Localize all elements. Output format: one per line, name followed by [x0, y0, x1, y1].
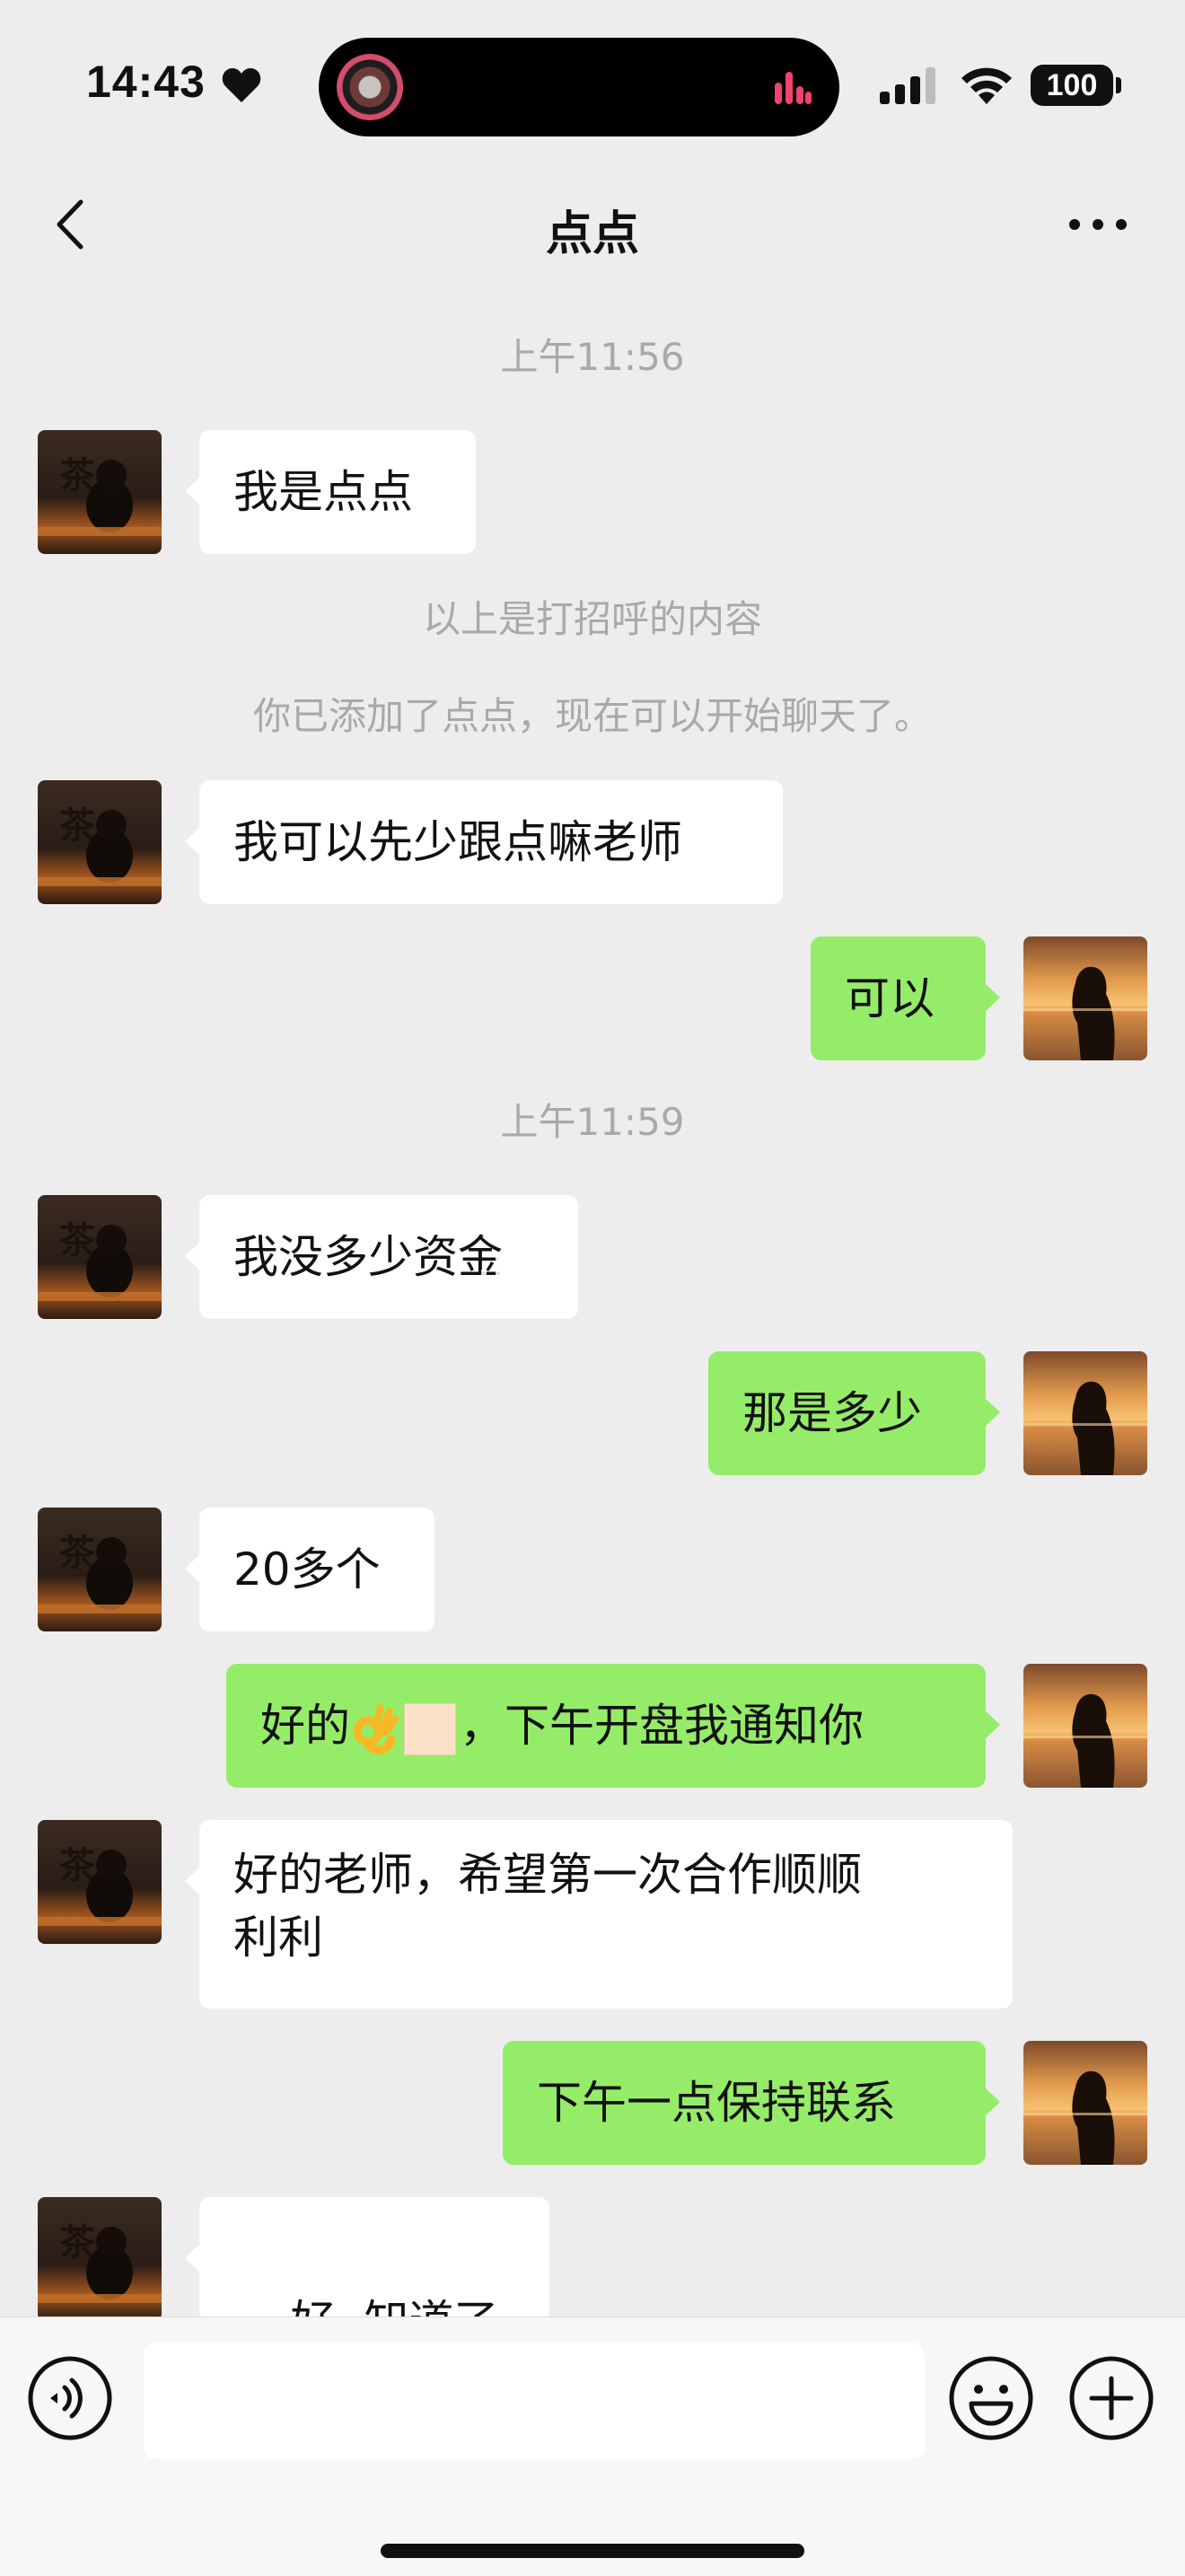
ok-hand-emoji-icon [353, 1703, 399, 1754]
message-text: 好 知道了， [291, 2296, 544, 2317]
battery-icon: 100 [1031, 65, 1113, 106]
message-text: 我可以先少跟点嘛老师 [233, 816, 682, 868]
emoji-face-icon [949, 2356, 1033, 2440]
self-avatar[interactable] [1023, 2041, 1147, 2165]
emoji-button[interactable] [948, 2355, 1034, 2441]
system-notice: 你已添加了点点，现在可以开始聊天了。 [252, 694, 932, 738]
message-text: 下午一点保持联系 [537, 2077, 896, 2129]
wifi-icon [961, 67, 1012, 104]
chat-title: 点点 [545, 207, 639, 261]
message-text: 好的 [260, 1700, 350, 1752]
timestamp-divider: 上午11:59 [500, 1100, 685, 1144]
contact-avatar[interactable]: 茶 [38, 2197, 162, 2317]
contact-avatar[interactable]: 茶 [38, 1195, 162, 1319]
system-notice: 以上是打招呼的内容 [422, 597, 762, 641]
nav-bar: 点点 [0, 171, 1185, 278]
contact-avatar[interactable]: 茶 [38, 430, 162, 554]
home-indicator[interactable] [381, 2544, 804, 2558]
contact-avatar[interactable]: 茶 [38, 1820, 162, 1944]
dynamic-island[interactable] [319, 38, 839, 136]
more-button[interactable] [1065, 207, 1131, 242]
voice-input-button[interactable] [27, 2355, 113, 2441]
message-bubble-sent[interactable]: 可以 [811, 936, 1000, 1060]
plus-circle-icon [1069, 2356, 1154, 2440]
voice-wave-overlay-icon [481, 1255, 571, 1306]
message-text: 那是多少 [742, 1387, 922, 1439]
message-input[interactable] [144, 2343, 925, 2459]
message-text: 我没多少资金 [233, 1231, 503, 1283]
cellular-signal-icon [880, 67, 935, 104]
message-bubble-received[interactable]: 好 知道了， [185, 2197, 549, 2317]
input-bar [0, 2317, 1185, 2576]
battery-nub [1116, 77, 1121, 93]
music-equalizer-icon [775, 72, 812, 104]
unsupported-emoji-placeholder [404, 1702, 456, 1755]
self-avatar[interactable] [1023, 936, 1147, 1060]
heart-icon [222, 68, 261, 102]
chat-message-list[interactable]: 上午11:56 茶 我是点点 以上是打招呼的内容 你已添加了点点，现在可以开始聊… [0, 278, 1185, 2317]
message-text-line: 好的老师，希望第一次合作顺顺 [233, 1849, 862, 1901]
battery-level: 100 [1046, 67, 1098, 102]
message-bubble-sent[interactable]: 好的 ，下午开盘我通知你 [226, 1664, 1000, 1788]
more-dots-icon [1069, 219, 1127, 230]
self-avatar[interactable] [1023, 1664, 1147, 1788]
contact-avatar[interactable]: 茶 [38, 780, 162, 904]
timestamp-divider: 上午11:56 [500, 335, 685, 379]
message-bubble-received[interactable]: 好的老师，希望第一次合作顺顺 利利 [185, 1820, 1013, 2009]
message-text-line: 利利 [233, 1912, 323, 1964]
now-playing-artwork [337, 54, 403, 120]
message-bubble-sent[interactable]: 那是多少 [708, 1351, 1000, 1475]
message-text: 我是点点 [233, 466, 413, 518]
voice-input-icon [28, 2356, 112, 2440]
message-text: ，下午开盘我通知你 [460, 1700, 864, 1752]
message-bubble-received[interactable]: 我是点点 [185, 430, 476, 554]
status-bar: 14:43 100 [0, 0, 1185, 171]
message-bubble-received[interactable]: 20多个 [185, 1508, 434, 1631]
message-bubble-sent[interactable]: 下午一点保持联系 [503, 2041, 1000, 2165]
contact-avatar[interactable]: 茶 [38, 1508, 162, 1631]
message-text: 可以 [845, 972, 935, 1024]
more-actions-button[interactable] [1068, 2355, 1154, 2441]
message-text: 20多个 [233, 1543, 381, 1596]
self-avatar[interactable] [1023, 1351, 1147, 1475]
message-bubble-received[interactable]: 我可以先少跟点嘛老师 [185, 780, 783, 904]
status-time: 14:43 [86, 57, 206, 107]
